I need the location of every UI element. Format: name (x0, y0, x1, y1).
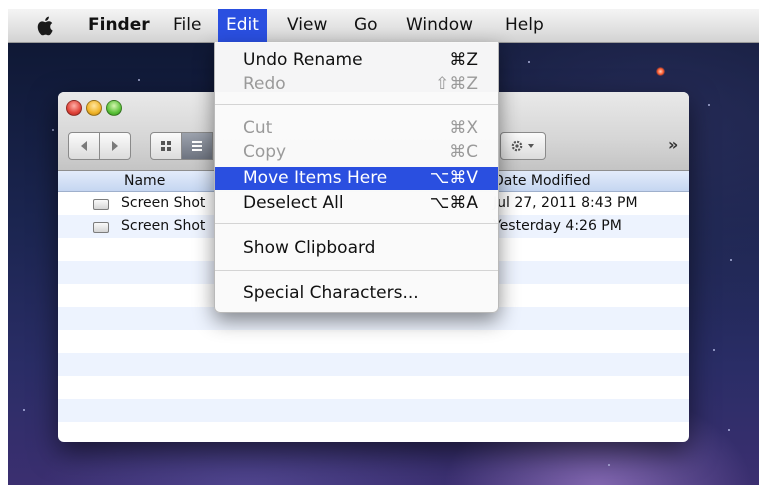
menu-separator (215, 104, 498, 105)
empty-row (58, 422, 689, 442)
list-view-button[interactable] (181, 132, 213, 160)
menu-edit[interactable]: Edit (218, 9, 267, 42)
file-name: Screen Shot (121, 195, 206, 211)
back-arrow-icon (81, 141, 87, 151)
file-date: Jul 27, 2011 8:43 PM (493, 195, 638, 211)
menu-item-redo: Redo ⇧⌘Z (243, 74, 478, 94)
menu-item-show-clipboard[interactable]: Show Clipboard (215, 237, 498, 260)
menu-finder[interactable]: Finder (80, 9, 158, 42)
menu-window[interactable]: Window (398, 9, 481, 42)
menu-item-cut: Cut ⌘X (243, 118, 478, 138)
gear-icon (511, 140, 534, 152)
menu-view[interactable]: View (279, 9, 335, 42)
menu-item-undo-rename[interactable]: Undo Rename ⌘Z (215, 49, 498, 72)
forward-button[interactable] (99, 132, 131, 160)
toolbar-overflow-icon[interactable]: » (668, 132, 678, 158)
empty-row (58, 399, 689, 422)
minimize-button[interactable] (86, 100, 102, 116)
menu-item-copy: Copy ⌘C (243, 142, 478, 162)
column-name-header[interactable]: Name (124, 171, 165, 191)
screenshot-file-icon (93, 222, 109, 233)
menu-help[interactable]: Help (497, 9, 552, 42)
menu-go[interactable]: Go (346, 9, 386, 42)
menu-item-move-items-here[interactable]: Move Items Here ⌥⌘V (215, 167, 498, 190)
screenshot-file-icon (93, 199, 109, 210)
empty-row (58, 330, 689, 353)
zoom-button[interactable] (106, 100, 122, 116)
edit-menu-dropdown: Undo Rename ⌘Z Redo ⇧⌘Z Cut ⌘X Copy ⌘C M… (214, 42, 499, 313)
menu-separator (215, 223, 498, 224)
empty-row (58, 353, 689, 376)
apple-logo-icon[interactable] (36, 15, 56, 37)
forward-arrow-icon (112, 141, 118, 151)
menu-separator (215, 270, 498, 271)
desktop-background: Finder File Edit View Go Window Help » N… (8, 9, 759, 485)
menu-bar: Finder File Edit View Go Window Help (8, 9, 759, 43)
file-date: Yesterday 4:26 PM (493, 218, 622, 234)
menu-file[interactable]: File (165, 9, 209, 42)
icon-view-icon (161, 141, 171, 151)
file-name: Screen Shot (121, 218, 206, 234)
menu-item-deselect-all[interactable]: Deselect All ⌥⌘A (215, 192, 498, 215)
column-date-header[interactable]: Date Modified (493, 171, 591, 191)
close-button[interactable] (66, 100, 82, 116)
icon-view-button[interactable] (150, 132, 182, 160)
menu-item-special-characters[interactable]: Special Characters... (215, 282, 498, 305)
empty-row (58, 376, 689, 399)
list-view-icon (192, 141, 202, 151)
back-button[interactable] (68, 132, 100, 160)
action-button[interactable] (500, 132, 546, 160)
